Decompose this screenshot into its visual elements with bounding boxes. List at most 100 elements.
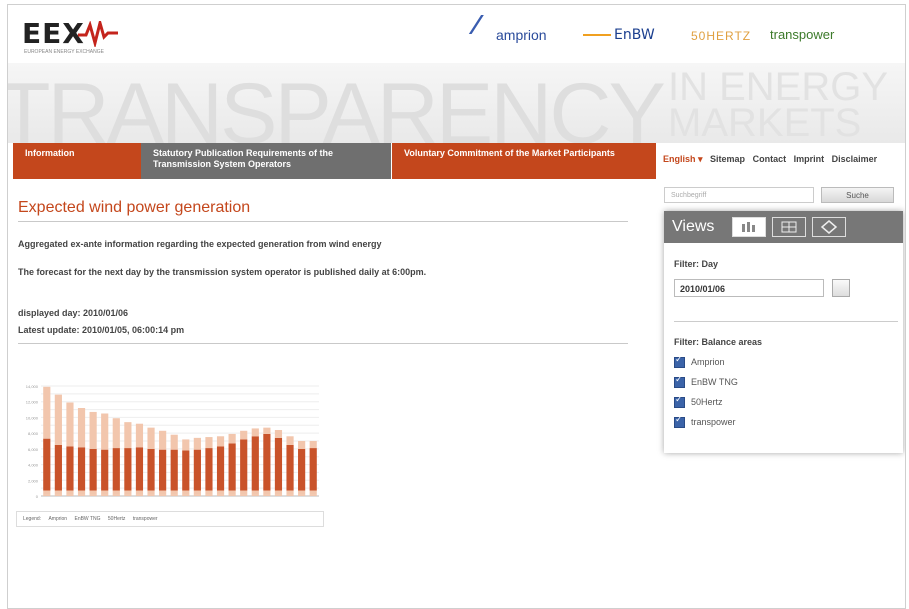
bar-segment-amprion bbox=[159, 494, 167, 496]
search-input[interactable]: Suchbegriff bbox=[664, 187, 814, 203]
bar-segment-transpower bbox=[193, 437, 201, 450]
bar-segment-transpower bbox=[240, 430, 248, 440]
bar-segment-50hertz bbox=[182, 450, 190, 491]
checkbox-icon[interactable] bbox=[674, 354, 685, 369]
nav-information[interactable]: Information bbox=[13, 143, 141, 179]
bar-segment-amprion bbox=[124, 494, 132, 496]
fiftyhertz-logo[interactable]: 50HERTZ bbox=[691, 29, 751, 43]
eex-logo-subtext: EUROPEAN ENERGY EXCHANGE bbox=[24, 49, 104, 55]
bar-segment-amprion bbox=[298, 494, 306, 496]
bar-segment-enbw bbox=[286, 490, 294, 495]
info-divider bbox=[18, 343, 628, 344]
bar-segment-transpower bbox=[124, 422, 132, 449]
area-label: 50Hertz bbox=[691, 397, 723, 407]
bar-segment-transpower bbox=[54, 394, 62, 445]
bar-segment-transpower bbox=[170, 434, 178, 450]
bar-segment-50hertz bbox=[309, 448, 317, 491]
bar-segment-transpower bbox=[205, 437, 213, 449]
date-input[interactable]: 2010/01/06 bbox=[674, 279, 824, 297]
bar-segment-amprion bbox=[240, 494, 248, 496]
bar-segment-enbw bbox=[240, 490, 248, 495]
enbw-logo[interactable]: EnBW bbox=[583, 27, 655, 43]
bar-segment-50hertz bbox=[124, 448, 132, 491]
contact-link[interactable]: Contact bbox=[753, 154, 787, 164]
checkbox-icon[interactable] bbox=[674, 414, 685, 429]
bar-segment-50hertz bbox=[135, 447, 144, 491]
disclaimer-link[interactable]: Disclaimer bbox=[832, 154, 878, 164]
checkbox-icon[interactable] bbox=[674, 374, 685, 389]
filter-areas-title: Filter: Balance areas bbox=[674, 337, 763, 347]
bar-segment-enbw bbox=[135, 490, 144, 495]
legend-item-50hertz[interactable]: 50Hertz bbox=[108, 516, 126, 522]
filter-day-title: Filter: Day bbox=[674, 259, 719, 269]
bar-segment-transpower bbox=[274, 430, 283, 438]
y-tick-label: 0 bbox=[36, 494, 39, 499]
map-view-button[interactable] bbox=[812, 217, 846, 237]
bar-segment-amprion bbox=[263, 494, 271, 496]
bar-segment-enbw bbox=[263, 490, 271, 495]
calendar-icon[interactable] bbox=[832, 279, 850, 297]
bar-segment-transpower bbox=[135, 423, 144, 448]
area-checkbox-amprion[interactable]: Amprion bbox=[674, 354, 725, 369]
bar-segment-50hertz bbox=[286, 444, 294, 491]
y-tick-label: 8,000 bbox=[28, 431, 39, 436]
banner-small-line2: MARKETS bbox=[668, 101, 862, 143]
bar-segment-enbw bbox=[89, 490, 97, 495]
table-icon bbox=[781, 221, 797, 233]
bar-segment-transpower bbox=[66, 402, 74, 447]
table-view-button[interactable] bbox=[772, 217, 806, 237]
bar-segment-amprion bbox=[170, 494, 178, 496]
legend-item-enbw[interactable]: EnBW TNG bbox=[74, 516, 100, 522]
bar-segment-enbw bbox=[170, 490, 178, 495]
legend-item-amprion[interactable]: Amprion bbox=[48, 516, 67, 522]
y-tick-label: 6,000 bbox=[28, 447, 39, 452]
banner-small-line1: IN ENERGY bbox=[668, 65, 889, 109]
nav-statutory-publication[interactable]: Statutory Publication Requirements of th… bbox=[141, 143, 391, 179]
bar-segment-enbw bbox=[228, 490, 236, 495]
bar-segment-transpower bbox=[112, 418, 120, 449]
bar-segment-amprion bbox=[274, 494, 283, 496]
bar-segment-transpower bbox=[298, 441, 306, 449]
chart-legend: Legend: Amprion EnBW TNG 50Hertz transpo… bbox=[16, 511, 324, 527]
area-checkbox-enbw[interactable]: EnBW TNG bbox=[674, 374, 738, 389]
eex-logo-text: EEX bbox=[22, 17, 85, 50]
search-button[interactable]: Suche bbox=[821, 187, 894, 203]
chart-view-button[interactable] bbox=[732, 217, 766, 237]
bar-segment-50hertz bbox=[228, 443, 236, 491]
bar-segment-50hertz bbox=[170, 449, 178, 491]
area-checkbox-transpower[interactable]: transpower bbox=[674, 414, 736, 429]
bar-segment-50hertz bbox=[240, 439, 248, 491]
fiftyhertz-logo-text: 50HERTZ bbox=[691, 29, 752, 43]
area-checkbox-50hertz[interactable]: 50Hertz bbox=[674, 394, 723, 409]
area-label: transpower bbox=[691, 417, 736, 427]
bar-chart-icon bbox=[742, 222, 755, 232]
bar-segment-50hertz bbox=[112, 448, 120, 491]
bar-segment-enbw bbox=[101, 490, 109, 495]
checkbox-icon[interactable] bbox=[674, 394, 685, 409]
bar-segment-enbw bbox=[298, 490, 306, 495]
meta-links: English ▾ Sitemap Contact Imprint Discla… bbox=[663, 154, 882, 165]
bar-segment-50hertz bbox=[263, 433, 271, 491]
transpower-logo[interactable]: transpower bbox=[770, 27, 834, 42]
legend-item-transpower[interactable]: transpower bbox=[133, 516, 158, 522]
transpower-logo-text: transpower bbox=[770, 27, 835, 42]
eex-logo[interactable]: EEX bbox=[22, 17, 118, 50]
bar-segment-amprion bbox=[89, 494, 97, 496]
bar-segment-50hertz bbox=[147, 448, 155, 491]
area-label: EnBW TNG bbox=[691, 377, 738, 387]
bar-segment-50hertz bbox=[77, 447, 86, 491]
nav-voluntary-commitment[interactable]: Voluntary Commitment of the Market Parti… bbox=[392, 143, 656, 179]
language-selector[interactable]: English ▾ bbox=[663, 154, 703, 164]
imprint-link[interactable]: Imprint bbox=[794, 154, 825, 164]
bar-segment-transpower bbox=[286, 436, 294, 445]
bar-segment-enbw bbox=[159, 490, 167, 495]
banner-small-text: IN ENERGY MARKETS bbox=[668, 65, 889, 143]
bar-segment-50hertz bbox=[43, 438, 51, 491]
bar-segment-transpower bbox=[89, 411, 97, 449]
pulse-icon bbox=[78, 21, 118, 47]
bar-segment-50hertz bbox=[159, 449, 167, 491]
sitemap-link[interactable]: Sitemap bbox=[710, 154, 745, 164]
bar-segment-transpower bbox=[182, 439, 190, 451]
bar-segment-amprion bbox=[147, 494, 155, 496]
panel-divider bbox=[674, 321, 898, 322]
